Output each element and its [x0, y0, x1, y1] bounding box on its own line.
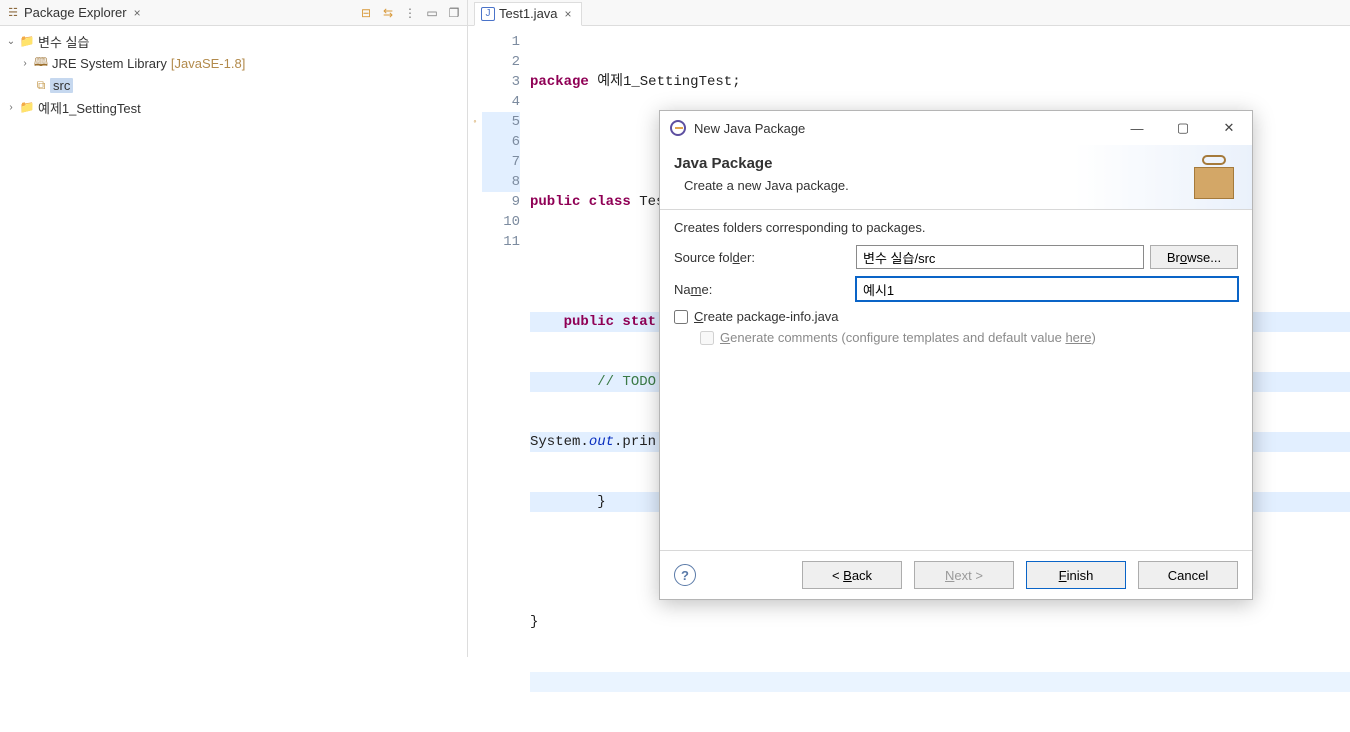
- dialog-subheading: Create a new Java package.: [674, 178, 1238, 193]
- jre-label: JRE System Library: [50, 56, 167, 71]
- view-menu-icon[interactable]: ⋮: [403, 6, 417, 20]
- next-button: Next >: [914, 561, 1014, 589]
- create-package-info-label: Create package-info.java: [694, 309, 839, 324]
- maximize-window-icon[interactable]: ▢: [1160, 113, 1206, 143]
- package-explorer-icon: ☵: [6, 6, 20, 20]
- close-tab-icon[interactable]: ×: [562, 7, 575, 21]
- here-link[interactable]: here: [1065, 330, 1091, 345]
- explorer-header: ☵ Package Explorer × ⊟ ⇆ ⋮ ▭ ❐: [0, 0, 467, 26]
- eclipse-icon: [670, 120, 686, 136]
- generate-comments-label: Generate comments (configure templates a…: [720, 330, 1096, 345]
- jre-node[interactable]: › 🕮 JRE System Library [JavaSE-1.8]: [0, 52, 467, 74]
- link-editor-icon[interactable]: ⇆: [381, 6, 395, 20]
- dialog-banner: Java Package Create a new Java package.: [660, 145, 1252, 210]
- close-view-icon[interactable]: ×: [131, 6, 144, 20]
- project-tree: ⌄ 📁 변수 실습 › 🕮 JRE System Library [JavaSE…: [0, 26, 467, 122]
- expand-icon[interactable]: ›: [4, 102, 18, 113]
- name-label: Name:: [674, 282, 850, 297]
- package-banner-icon: [1188, 155, 1240, 199]
- minimize-view-icon[interactable]: ▭: [425, 6, 439, 20]
- editor-tab[interactable]: J Test1.java ×: [474, 2, 582, 26]
- minimize-window-icon[interactable]: —: [1114, 113, 1160, 143]
- package-explorer-view: ☵ Package Explorer × ⊟ ⇆ ⋮ ▭ ❐ ⌄ 📁 변수 실습…: [0, 0, 468, 657]
- source-folder-label: Source folder:: [674, 250, 850, 265]
- project-icon: 📁: [18, 100, 36, 114]
- dialog-form: Creates folders corresponding to package…: [660, 210, 1252, 550]
- expand-icon[interactable]: [18, 80, 32, 91]
- help-icon[interactable]: ?: [674, 564, 696, 586]
- explorer-title: Package Explorer: [24, 5, 127, 20]
- browse-button[interactable]: Browse...: [1150, 245, 1238, 269]
- expand-icon[interactable]: ›: [18, 58, 32, 69]
- source-folder-input[interactable]: [856, 245, 1144, 269]
- java-file-icon: J: [481, 7, 495, 21]
- name-input[interactable]: [856, 277, 1238, 301]
- close-window-icon[interactable]: ✕: [1206, 113, 1252, 143]
- src-folder-node[interactable]: ⧉ src: [0, 74, 467, 96]
- cancel-button[interactable]: Cancel: [1138, 561, 1238, 589]
- dialog-title: New Java Package: [694, 121, 805, 136]
- dialog-footer: ? < Back Next > Finish Cancel: [660, 550, 1252, 599]
- form-note: Creates folders corresponding to package…: [674, 220, 1238, 235]
- marker-column: ◦: [468, 26, 482, 732]
- finish-button[interactable]: Finish: [1026, 561, 1126, 589]
- source-folder-icon: ⧉: [32, 78, 50, 93]
- project-label-2: 예제1_SettingTest: [36, 98, 141, 117]
- library-icon: 🕮: [32, 53, 50, 74]
- editor-tab-label: Test1.java: [499, 6, 558, 21]
- create-package-info-checkbox[interactable]: [674, 310, 688, 324]
- dialog-heading: Java Package: [674, 155, 1238, 172]
- project-node[interactable]: ⌄ 📁 변수 실습: [0, 30, 467, 52]
- dialog-titlebar[interactable]: New Java Package — ▢ ✕: [660, 111, 1252, 145]
- expand-icon[interactable]: ⌄: [4, 36, 18, 47]
- project-node-2[interactable]: › 📁 예제1_SettingTest: [0, 96, 467, 118]
- project-icon: 📁: [18, 34, 36, 48]
- generate-comments-checkbox: [700, 331, 714, 345]
- line-number-gutter: 1 2 3 4 5 6 7 8 9 10 11: [482, 26, 530, 732]
- project-label: 변수 실습: [36, 32, 89, 51]
- collapse-all-icon[interactable]: ⊟: [359, 6, 373, 20]
- editor-tab-bar: J Test1.java ×: [468, 0, 1350, 26]
- new-java-package-dialog: New Java Package — ▢ ✕ Java Package Crea…: [659, 110, 1253, 600]
- src-label: src: [50, 78, 73, 93]
- maximize-view-icon[interactable]: ❐: [447, 6, 461, 20]
- jre-version: [JavaSE-1.8]: [167, 56, 245, 71]
- back-button[interactable]: < Back: [802, 561, 902, 589]
